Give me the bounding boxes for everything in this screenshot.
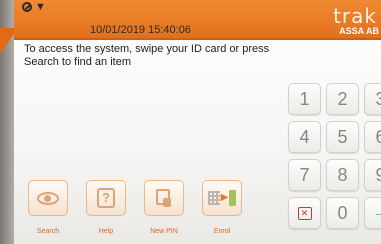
instruction-message: To access the system, swipe your ID card… bbox=[24, 43, 270, 68]
action-buttons: Search ? Help New PIN ▶ Enrol bbox=[26, 180, 244, 235]
kiosk-screen: ▼ 10/01/2019 15:40:06 trak ASSA AB To ac… bbox=[14, 0, 381, 244]
clear-icon: ✕ bbox=[297, 206, 312, 220]
key-0[interactable]: 0 bbox=[326, 197, 359, 229]
new-pin-button-tile[interactable] bbox=[144, 180, 184, 216]
new-pin-button-label: New PIN bbox=[150, 228, 178, 235]
keypad-grid-icon bbox=[207, 191, 220, 205]
key-1[interactable]: 1 bbox=[288, 83, 321, 115]
alarm-off-icon bbox=[22, 2, 32, 12]
help-icon: ? bbox=[97, 188, 115, 208]
enrol-button-tile[interactable]: ▶ bbox=[202, 180, 242, 216]
key-3[interactable]: 3 bbox=[364, 83, 381, 115]
pin-pad-icon bbox=[154, 187, 174, 209]
enrol-button-label: Enrol bbox=[213, 228, 231, 235]
numeric-keypad: 1 2 3 4 5 6 7 8 9 ✕ 0 → bbox=[288, 83, 381, 229]
door-icon bbox=[229, 190, 237, 206]
key-7[interactable]: 7 bbox=[288, 159, 321, 191]
enter-arrow-icon: → bbox=[372, 204, 381, 221]
key-enter[interactable]: → bbox=[364, 197, 381, 229]
arrow-right-icon: ▶ bbox=[220, 192, 229, 203]
key-9[interactable]: 9 bbox=[364, 159, 381, 191]
enrol-icon: ▶ bbox=[207, 190, 237, 206]
search-button[interactable]: Search bbox=[26, 180, 70, 235]
help-button-tile[interactable]: ? bbox=[86, 180, 126, 216]
power-plug-icon: ▼ bbox=[35, 1, 46, 13]
key-2[interactable]: 2 bbox=[326, 83, 359, 115]
key-4[interactable]: 4 bbox=[288, 121, 321, 153]
help-button-label: Help bbox=[98, 228, 114, 235]
brand-subtitle: ASSA AB bbox=[339, 26, 379, 36]
eye-icon bbox=[37, 191, 59, 205]
brand-logo: trak bbox=[333, 4, 377, 28]
enrol-button[interactable]: ▶ Enrol bbox=[200, 180, 244, 235]
search-button-label: Search bbox=[36, 228, 60, 235]
new-pin-button[interactable]: New PIN bbox=[142, 180, 186, 235]
status-icons: ▼ bbox=[22, 1, 46, 13]
key-clear[interactable]: ✕ bbox=[288, 197, 321, 229]
header-bar: ▼ 10/01/2019 15:40:06 trak ASSA AB bbox=[14, 0, 381, 40]
key-6[interactable]: 6 bbox=[364, 121, 381, 153]
search-button-tile[interactable] bbox=[28, 180, 68, 216]
help-button[interactable]: ? Help bbox=[84, 180, 128, 235]
datetime-display: 10/01/2019 15:40:06 bbox=[90, 24, 191, 36]
key-5[interactable]: 5 bbox=[326, 121, 359, 153]
key-8[interactable]: 8 bbox=[326, 159, 359, 191]
